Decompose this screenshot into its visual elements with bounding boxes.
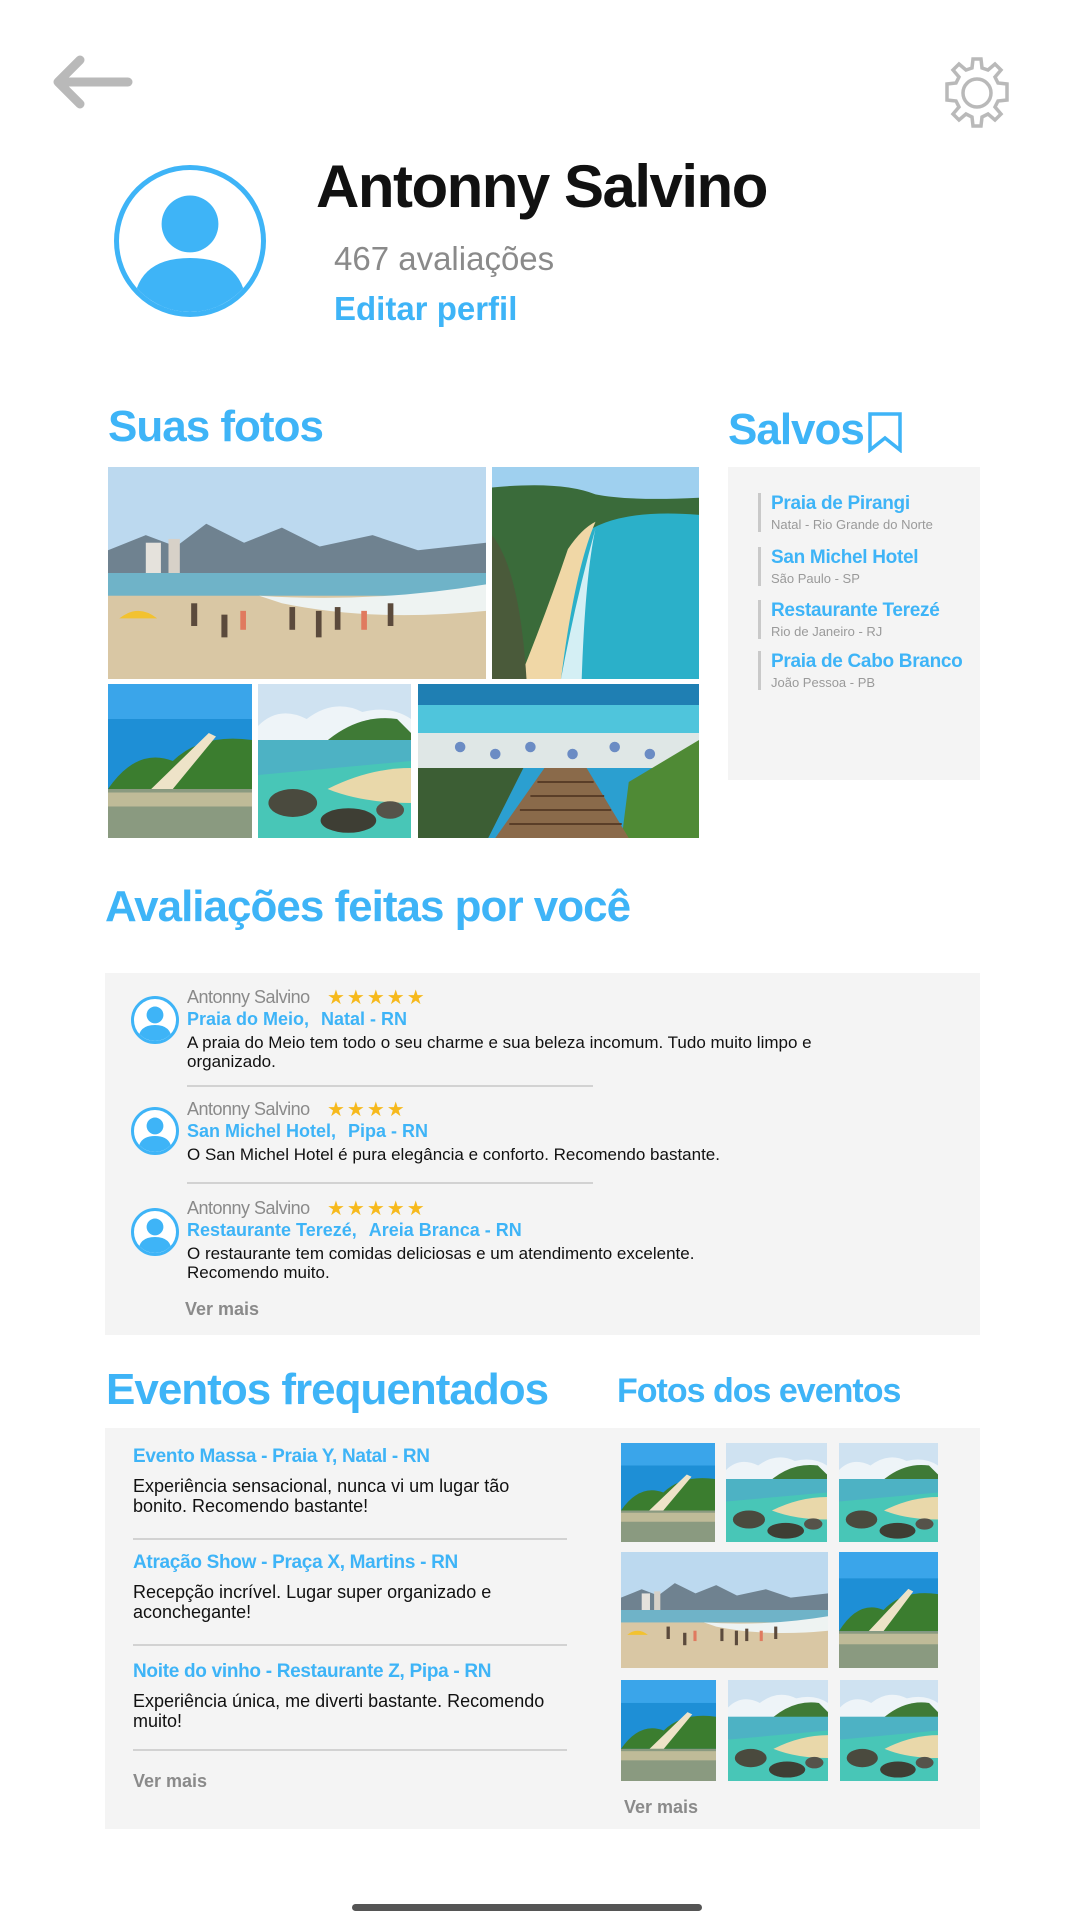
review-place[interactable]: Restaurante Terezé, Areia Branca - RN <box>187 1220 522 1241</box>
user-avatar-icon <box>134 999 176 1041</box>
events-panel: Evento Massa - Praia Y, Natal - RN Exper… <box>105 1428 980 1829</box>
beach-city-photo <box>108 467 486 679</box>
event-title[interactable]: Atração Show - Praça X, Martins - RN <box>133 1552 573 1574</box>
user-avatar-icon <box>119 170 261 312</box>
saved-section-title: Salvos <box>728 405 865 454</box>
back-button[interactable] <box>50 52 136 112</box>
review-stars: ★★★★★ <box>327 1198 427 1220</box>
bookmark-icon <box>868 412 902 454</box>
event-photo[interactable] <box>728 1680 828 1781</box>
event-item: Noite do vinho - Restaurante Z, Pipa - R… <box>133 1661 573 1731</box>
saved-item-subtitle: São Paulo - SP <box>771 571 860 586</box>
saved-item[interactable]: Restaurante Terezé Rio de Janeiro - RJ <box>758 600 940 639</box>
reviews-panel: Antonny Salvino ★★★★★ Praia do Meio, Nata… <box>105 973 980 1335</box>
rocky-pools-photo <box>258 684 411 838</box>
event-title[interactable]: Evento Massa - Praia Y, Natal - RN <box>133 1446 573 1468</box>
event-text: Recepção incrível. Lugar super organizad… <box>133 1582 492 1622</box>
event-divider <box>133 1644 567 1646</box>
user-avatar-icon <box>134 1110 176 1152</box>
photos-section-title: Suas fotos <box>108 402 324 451</box>
saved-item[interactable]: Praia de Cabo Branco João Pessoa - PB <box>758 651 963 690</box>
dune-lagoon-photo <box>621 1443 715 1542</box>
reviewer-avatar[interactable] <box>131 1208 179 1256</box>
event-divider <box>133 1538 567 1540</box>
saved-item-title: San Michel Hotel <box>771 547 919 568</box>
reviewer-avatar[interactable] <box>131 996 179 1044</box>
event-divider <box>133 1749 567 1751</box>
review-divider <box>187 1182 593 1184</box>
event-photo[interactable] <box>621 1552 828 1668</box>
photo-dune-lagoon[interactable] <box>108 684 252 838</box>
dune-lagoon-photo <box>839 1552 938 1668</box>
event-photo[interactable] <box>621 1680 716 1781</box>
saved-item-subtitle: Rio de Janeiro - RJ <box>771 624 883 639</box>
beach-cliff-photo <box>492 467 699 679</box>
reviews-see-more-link[interactable]: Ver mais <box>185 1299 259 1320</box>
review-place-name: Restaurante Terezé, <box>187 1220 357 1240</box>
profile-name: Antonny Salvino <box>316 153 768 220</box>
event-title[interactable]: Noite do vinho - Restaurante Z, Pipa - R… <box>133 1661 573 1683</box>
review-divider <box>187 1085 593 1087</box>
settings-button[interactable] <box>940 56 1014 130</box>
review-place-city: Pipa - RN <box>348 1121 429 1141</box>
saved-item-subtitle: Natal - Rio Grande do Norte <box>771 517 933 532</box>
events-see-more-link[interactable]: Ver mais <box>133 1771 207 1792</box>
saved-item-subtitle: João Pessoa - PB <box>771 675 876 690</box>
event-photo[interactable] <box>839 1552 938 1668</box>
review-place-name: Praia do Meio, <box>187 1009 310 1029</box>
saved-item-title: Restaurante Terezé <box>771 600 940 621</box>
review-place[interactable]: Praia do Meio, Natal - RN <box>187 1009 407 1030</box>
review-author: Antonny Salvino <box>187 1099 310 1119</box>
bookmark-button[interactable] <box>867 411 903 454</box>
rocky-pools-photo <box>840 1680 938 1781</box>
event-photos-see-more-link[interactable]: Ver mais <box>624 1797 698 1818</box>
review-text: A praia do Meio tem todo o seu charme e … <box>187 1033 812 1071</box>
event-photo[interactable] <box>726 1443 827 1542</box>
event-item: Atração Show - Praça X, Martins - RN Rec… <box>133 1552 573 1622</box>
review-place-city: Natal - RN <box>321 1009 408 1029</box>
user-avatar-icon <box>134 1211 176 1253</box>
dune-lagoon-photo <box>621 1680 716 1781</box>
beach-city-photo <box>621 1552 828 1668</box>
reviewer-avatar[interactable] <box>131 1107 179 1155</box>
review-stars: ★★★★ <box>327 1099 407 1121</box>
event-text: Experiência sensacional, nunca vi um lug… <box>133 1476 510 1516</box>
review-count: 467 avaliações <box>334 240 555 277</box>
saved-panel: Praia de Pirangi Natal - Rio Grande do N… <box>728 467 980 780</box>
photo-beach-city[interactable] <box>108 467 486 679</box>
event-photo[interactable] <box>840 1680 938 1781</box>
photo-rocky-pools[interactable] <box>258 684 411 838</box>
dune-lagoon-photo <box>108 684 252 838</box>
review-author: Antonny Salvino <box>187 987 310 1007</box>
event-photo[interactable] <box>621 1443 715 1542</box>
event-text: Experiência única, me diverti bastante. … <box>133 1691 545 1731</box>
rocky-pools-photo <box>839 1443 938 1542</box>
events-section-title: Eventos frequentados <box>106 1365 549 1414</box>
gear-icon <box>945 57 1009 128</box>
event-photo[interactable] <box>839 1443 938 1542</box>
review-text: O restaurante tem comidas deliciosas e u… <box>187 1244 695 1282</box>
rocky-pools-photo <box>726 1443 827 1542</box>
photo-beach-stairs[interactable] <box>418 684 699 838</box>
photo-beach-cliff[interactable] <box>492 467 699 679</box>
review-place[interactable]: San Michel Hotel, Pipa - RN <box>187 1121 428 1142</box>
profile-avatar[interactable] <box>114 165 266 317</box>
reviews-section-title: Avaliações feitas por você <box>105 882 631 931</box>
review-place-name: San Michel Hotel, <box>187 1121 337 1141</box>
saved-item[interactable]: Praia de Pirangi Natal - Rio Grande do N… <box>758 493 933 532</box>
arrow-left-icon <box>53 55 133 109</box>
review-text: O San Michel Hotel é pura elegância e co… <box>187 1145 720 1164</box>
review-place-city: Areia Branca - RN <box>368 1220 522 1240</box>
saved-item[interactable]: San Michel Hotel São Paulo - SP <box>758 547 919 586</box>
saved-item-title: Praia de Pirangi <box>771 493 910 514</box>
rocky-pools-photo <box>728 1680 828 1781</box>
saved-item-title: Praia de Cabo Branco <box>771 651 963 672</box>
event-item: Evento Massa - Praia Y, Natal - RN Exper… <box>133 1446 573 1516</box>
beach-stairs-photo <box>418 684 699 838</box>
event-photos-section-title: Fotos dos eventos <box>617 1372 901 1410</box>
review-author: Antonny Salvino <box>187 1198 310 1218</box>
home-indicator[interactable] <box>352 1904 702 1911</box>
edit-profile-link[interactable]: Editar perfil <box>334 290 517 328</box>
review-stars: ★★★★★ <box>327 987 427 1009</box>
